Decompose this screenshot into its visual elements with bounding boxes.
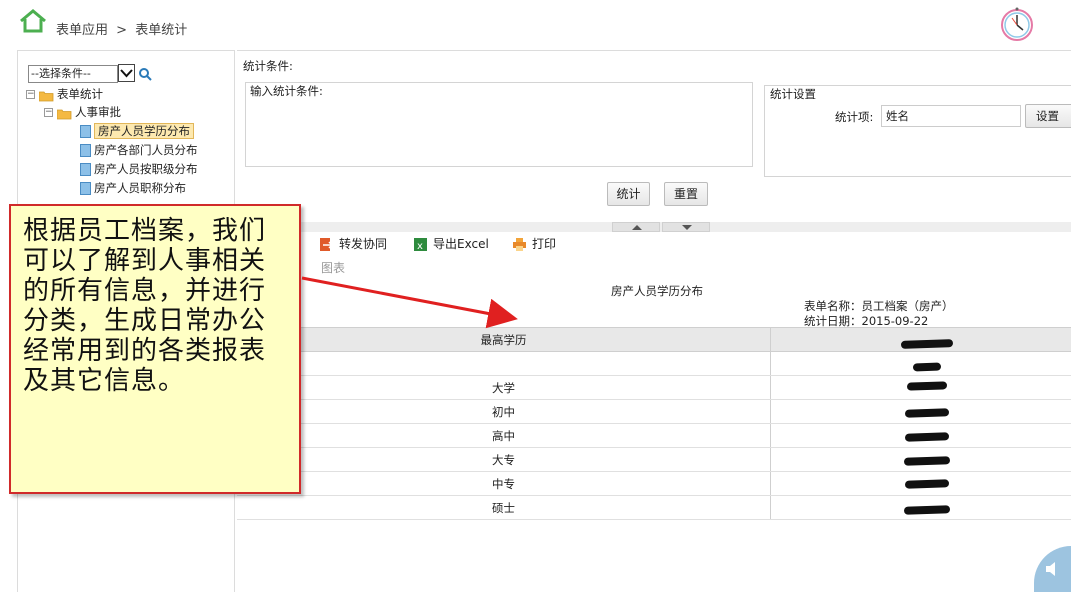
form-file-icon <box>80 125 91 138</box>
export-excel-button[interactable]: x 导出Excel <box>414 236 489 252</box>
redaction-mark <box>904 479 950 489</box>
tree-node-form-stats[interactable]: − 表单统计 <box>26 85 103 103</box>
table-row: 硕士 <box>237 496 1071 520</box>
table-row: 高中 <box>237 424 1071 448</box>
redaction-mark <box>904 432 950 442</box>
triangle-down-icon <box>682 225 692 230</box>
print-button[interactable]: 打印 <box>513 236 556 252</box>
forward-label: 转发协同 <box>339 237 388 251</box>
expand-down-handle[interactable] <box>662 222 710 232</box>
speaker-icon <box>1046 562 1055 576</box>
home-icon[interactable] <box>19 9 47 33</box>
tree-item-label: 房产人员学历分布 <box>94 123 194 139</box>
chevron-down-icon <box>120 69 133 78</box>
panel-splitter[interactable] <box>237 222 1071 232</box>
collapse-icon[interactable]: − <box>26 90 35 99</box>
form-file-icon <box>80 182 91 195</box>
printer-icon <box>513 238 526 251</box>
redaction-mark <box>903 505 951 515</box>
condition-input-label: 输入统计条件: <box>250 84 323 98</box>
set-button[interactable]: 设置 <box>1025 104 1071 128</box>
clock-icon[interactable] <box>999 6 1035 42</box>
table-row <box>237 352 1071 376</box>
tree-item-education-distribution[interactable]: 房产人员学历分布 <box>80 122 194 140</box>
speaker-button[interactable] <box>1034 546 1071 592</box>
report-title: 房产人员学历分布 <box>611 284 703 298</box>
forward-collab-button[interactable]: 转发协同 <box>320 236 387 252</box>
table-row: 大专 <box>237 448 1071 472</box>
forward-icon <box>320 238 333 251</box>
tree-node-label: 人事审批 <box>75 105 121 119</box>
condition-input-area[interactable]: 输入统计条件: <box>245 82 753 167</box>
breadcrumb-separator: > <box>116 23 128 38</box>
collapse-icon[interactable]: − <box>44 108 53 117</box>
table-header-row: 最高学历 <box>237 327 1071 352</box>
education-cell: 硕士 <box>492 501 515 515</box>
stat-item-input[interactable]: 姓名 <box>881 105 1021 127</box>
stat-item-label: 统计项: <box>835 110 874 124</box>
tree-item-title-distribution[interactable]: 房产人员职称分布 <box>80 179 186 197</box>
stat-conditions-panel: 统计条件: 输入统计条件: 统计设置 统计项: 姓名 设置 统计 重置 <box>237 50 1071 228</box>
form-file-icon <box>80 163 91 176</box>
table-row: 初中 <box>237 400 1071 424</box>
top-bar: 表单应用 > 表单统计 <box>0 0 1071 52</box>
breadcrumb-form-stats: 表单统计 <box>135 23 188 38</box>
form-file-icon <box>80 144 91 157</box>
education-cell: 中专 <box>492 477 515 491</box>
stat-settings-box: 统计设置 统计项: 姓名 设置 <box>764 85 1071 177</box>
print-label: 打印 <box>532 237 557 251</box>
triangle-up-icon <box>632 225 642 230</box>
breadcrumb: 表单应用 > 表单统计 <box>56 19 191 38</box>
export-label: 导出Excel <box>433 237 489 251</box>
annotation-callout: 根据员工档案，我们可以了解到人事相关的所有信息，并进行分类，生成日常办公经常用到… <box>9 204 301 494</box>
redaction-mark <box>912 362 942 372</box>
table-row: 大学 <box>237 376 1071 400</box>
tree-item-label: 房产人员职称分布 <box>94 181 186 195</box>
stat-settings-title: 统计设置 <box>770 87 816 101</box>
education-cell: 大学 <box>492 381 515 395</box>
breadcrumb-forms-app[interactable]: 表单应用 <box>56 23 108 38</box>
tree-item-rank-distribution[interactable]: 房产人员按职级分布 <box>80 160 198 178</box>
table-row: 中专 <box>237 472 1071 496</box>
education-cell: 高中 <box>492 429 515 443</box>
column-header-education: 最高学历 <box>480 333 527 347</box>
chart-tab[interactable]: 图表 <box>321 259 345 276</box>
callout-text: 根据员工档案，我们可以了解到人事相关的所有信息，并进行分类，生成日常办公经常用到… <box>23 216 267 396</box>
stat-button[interactable]: 统计 <box>607 182 650 206</box>
tree-item-label: 房产各部门人员分布 <box>94 143 198 157</box>
report-toolbar: 转发协同 x 导出Excel 打印 图表 <box>237 232 1071 278</box>
education-cell <box>237 352 770 376</box>
folder-open-icon <box>56 107 72 120</box>
reset-button[interactable]: 重置 <box>664 182 708 206</box>
redaction-mark <box>904 408 950 418</box>
tree-item-label: 房产人员按职级分布 <box>94 162 198 176</box>
tree-node-label: 表单统计 <box>57 87 103 101</box>
education-cell: 大专 <box>492 453 515 467</box>
report-form-name: 表单名称：员工档案（房产） <box>804 299 954 313</box>
excel-icon: x <box>414 238 427 251</box>
conditions-title: 统计条件: <box>243 59 293 73</box>
tree-item-department-distribution[interactable]: 房产各部门人员分布 <box>80 141 198 159</box>
condition-select-toggle[interactable] <box>118 64 135 82</box>
folder-open-icon <box>38 89 54 102</box>
search-icon[interactable] <box>138 67 152 81</box>
redaction-mark <box>906 381 948 391</box>
collapse-up-handle[interactable] <box>612 222 660 232</box>
condition-select[interactable]: --选择条件-- <box>28 65 118 83</box>
svg-text:x: x <box>417 241 423 251</box>
redaction-mark <box>903 456 951 466</box>
education-cell: 初中 <box>492 405 515 419</box>
tree-node-hr-approval[interactable]: − 人事审批 <box>44 103 121 121</box>
